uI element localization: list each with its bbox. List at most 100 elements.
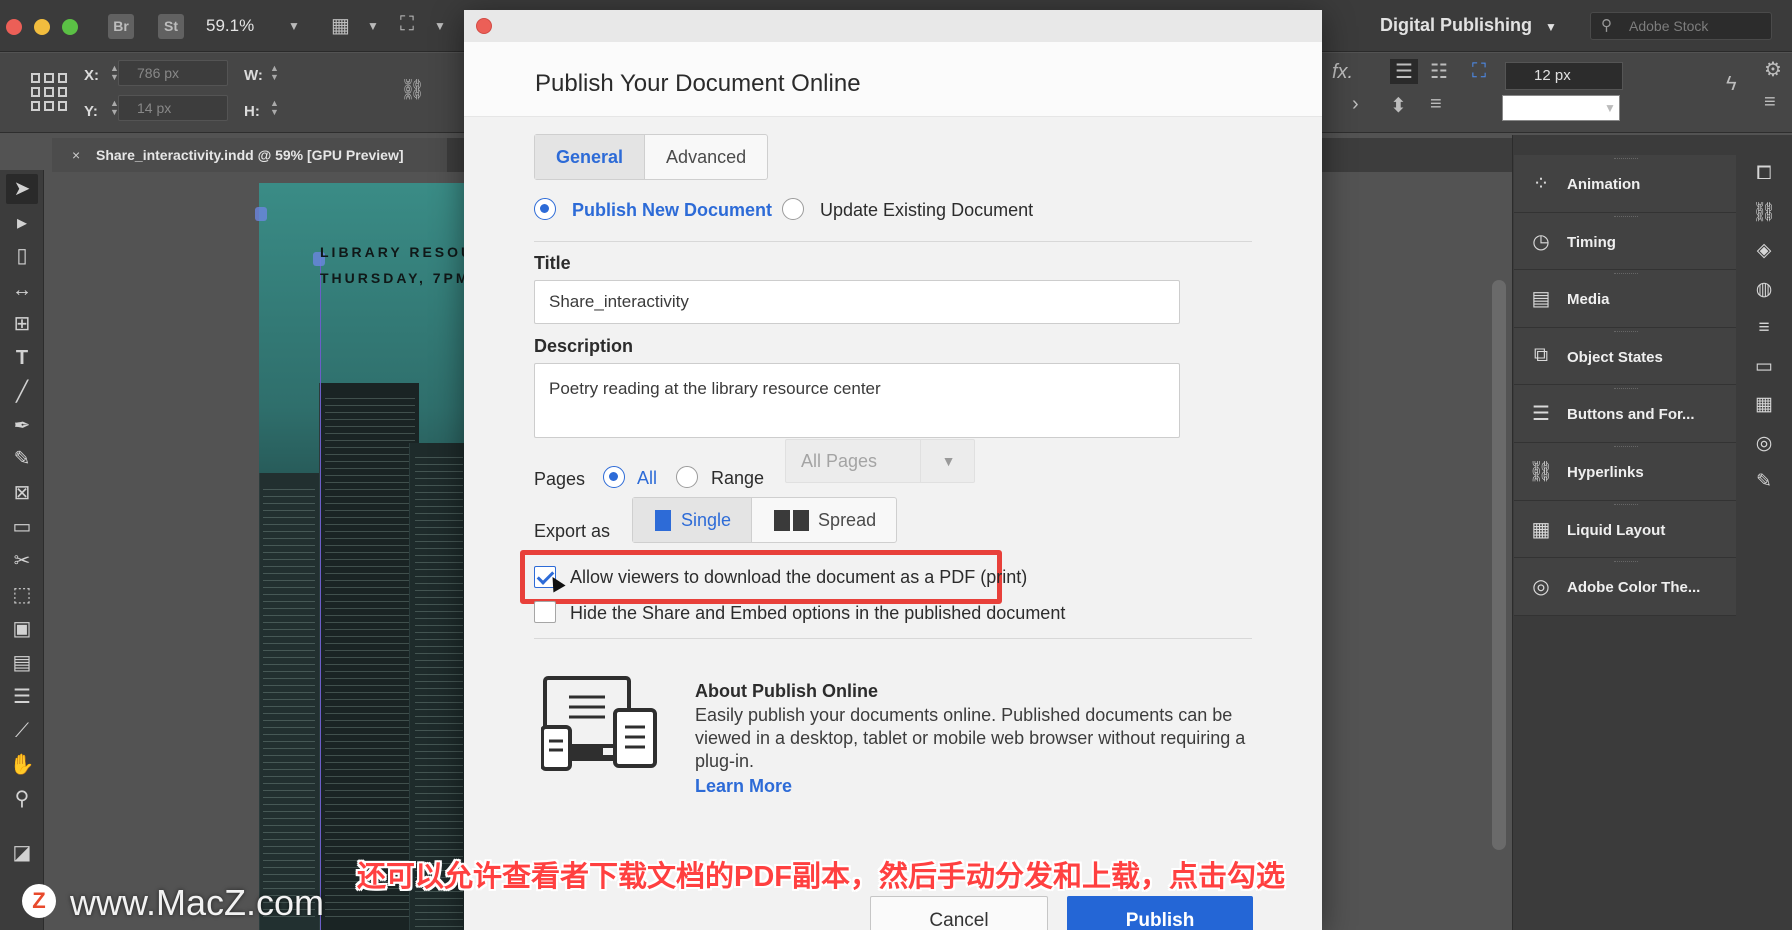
hide-share-label[interactable]: Hide the Share and Embed options in the … — [570, 603, 1065, 624]
h-stepper-icon[interactable]: ▲ ▼ — [270, 99, 279, 117]
constrain-proportions-icon[interactable]: ⛓ — [400, 77, 425, 102]
panel-item[interactable]: ⁘ Animation — [1514, 155, 1736, 213]
cancel-button[interactable]: Cancel — [870, 896, 1048, 930]
panel-item[interactable]: ⛓ Hyperlinks — [1514, 442, 1736, 501]
menu-icon[interactable]: ≡ — [1764, 91, 1776, 114]
anchor-icon[interactable] — [255, 207, 267, 221]
gear-icon[interactable]: ⚙ — [1764, 57, 1782, 82]
x-field[interactable]: 786 px — [118, 60, 228, 86]
links-icon[interactable]: ⛓ — [1740, 194, 1788, 233]
panel-item[interactable]: ▤ Media — [1514, 270, 1736, 328]
tab-general[interactable]: General — [535, 135, 646, 179]
type-tool-icon[interactable]: T — [6, 343, 38, 373]
pages-icon[interactable]: ⧠ — [1740, 155, 1788, 194]
eyedropper-tool-icon[interactable]: ⟋ — [6, 716, 38, 746]
w-stepper-icon[interactable]: ▲ ▼ — [270, 64, 279, 82]
close-icon[interactable]: × — [72, 138, 80, 172]
title-field[interactable]: Share_interactivity — [534, 280, 1180, 324]
stroke-weight-field[interactable]: 12 px — [1505, 62, 1623, 90]
fx-icon[interactable]: fx. — [1332, 61, 1353, 84]
hide-share-checkbox[interactable] — [534, 601, 556, 623]
gradient-swatch-tool-icon[interactable]: ▣ — [6, 614, 38, 644]
screen-mode-dropdown-icon[interactable]: ▼ — [434, 19, 446, 33]
reference-point-icon[interactable] — [31, 73, 67, 111]
window-minimize-button[interactable] — [34, 19, 50, 35]
page-tool-icon[interactable]: ▯ — [6, 241, 38, 271]
panel-grip[interactable] — [1614, 158, 1638, 161]
panel-item[interactable]: ☰ Buttons and For... — [1514, 385, 1736, 443]
quick-apply-icon[interactable]: ϟ — [1726, 73, 1737, 96]
bridge-button[interactable]: Br — [108, 14, 134, 39]
view-options-icon[interactable]: ▦ — [331, 13, 350, 38]
scissors-tool-icon[interactable]: ✂ — [6, 546, 38, 576]
document-page[interactable] — [259, 183, 467, 930]
panel-grip[interactable] — [1614, 503, 1638, 507]
stroke-type-chevron-icon[interactable]: ▼ — [1604, 101, 1616, 115]
distribute-icon[interactable]: ⬍ — [1390, 93, 1407, 118]
panel-item[interactable]: ⧉ Object States — [1514, 327, 1736, 386]
export-single-button[interactable]: Single — [633, 498, 753, 542]
swatches-icon[interactable]: ◍ — [1740, 271, 1788, 310]
align-left-icon[interactable]: ☰ — [1390, 59, 1418, 84]
publish-new-label[interactable]: Publish New Document — [572, 200, 772, 221]
color-icon[interactable]: ▭ — [1740, 348, 1788, 387]
update-existing-label[interactable]: Update Existing Document — [820, 200, 1033, 221]
tab-advanced[interactable]: Advanced — [645, 135, 767, 179]
article-icon[interactable]: ✎ — [1740, 463, 1788, 502]
rectangle-tool-icon[interactable]: ▭ — [6, 512, 38, 542]
update-existing-radio[interactable] — [782, 198, 804, 220]
publish-button[interactable]: Publish — [1067, 896, 1253, 930]
direct-selection-tool-icon[interactable]: ▸ — [6, 208, 38, 238]
content-collector-icon[interactable]: ⊞ — [6, 309, 38, 339]
hand-tool-icon[interactable]: ✋ — [6, 750, 38, 780]
pages-range-radio[interactable] — [676, 466, 698, 488]
align-right-icon[interactable]: ☷ — [1430, 59, 1448, 84]
gradient-feather-tool-icon[interactable]: ▤ — [6, 648, 38, 678]
center-icon[interactable]: ≡ — [1430, 93, 1442, 116]
allow-pdf-label[interactable]: Allow viewers to download the document a… — [570, 567, 1027, 588]
pencil-tool-icon[interactable]: ✎ — [6, 444, 38, 474]
description-field[interactable]: Poetry reading at the library resource c… — [534, 363, 1180, 438]
workspace-switcher[interactable]: Digital Publishing ▼ — [1380, 15, 1557, 36]
pages-range-label[interactable]: Range — [711, 468, 764, 489]
panel-grip[interactable] — [1614, 561, 1638, 564]
publish-new-radio[interactable] — [534, 198, 556, 220]
pen-tool-icon[interactable]: ✒ — [6, 411, 38, 441]
stock-button[interactable]: St — [158, 14, 184, 39]
pages-dropdown[interactable]: All Pages ▼ — [785, 439, 975, 483]
dialog-close-button[interactable] — [476, 18, 492, 34]
window-zoom-button[interactable] — [62, 19, 78, 35]
panel-item[interactable]: ◷ Timing — [1514, 212, 1736, 271]
rectangle-frame-tool-icon[interactable]: ⊠ — [6, 478, 38, 508]
panel-grip[interactable] — [1614, 273, 1638, 276]
zoom-tool-icon[interactable]: ⚲ — [6, 784, 38, 814]
pages-all-label[interactable]: All — [637, 468, 657, 489]
selection-tool-icon[interactable]: ➤ — [6, 174, 38, 204]
pages-all-radio[interactable] — [603, 466, 625, 488]
y-field[interactable]: 14 px — [118, 95, 228, 121]
stroke-type-dropdown[interactable] — [1502, 95, 1620, 121]
stroke-icon[interactable]: ≡ — [1740, 309, 1788, 348]
line-tool-icon[interactable]: ╱ — [6, 377, 38, 407]
creative-cloud-icon[interactable]: ◎ — [1740, 425, 1788, 464]
gap-tool-icon[interactable]: ↔ — [6, 275, 38, 305]
free-transform-tool-icon[interactable]: ⬚ — [6, 580, 38, 610]
stock-search-input[interactable]: ⚲ Adobe Stock — [1590, 12, 1772, 40]
panel-item[interactable]: ◎ Adobe Color The... — [1514, 558, 1736, 616]
panel-grip[interactable] — [1614, 445, 1638, 449]
zoom-level[interactable]: 59.1% — [206, 16, 254, 36]
export-spread-button[interactable]: Spread — [752, 498, 896, 542]
panel-item[interactable]: ▦ Liquid Layout — [1514, 500, 1736, 559]
panel-grip[interactable] — [1614, 215, 1638, 219]
view-options-dropdown-icon[interactable]: ▼ — [367, 19, 379, 33]
screen-mode-icon[interactable]: ⛶ — [400, 13, 414, 36]
stroke-frame-icon[interactable]: ⛶ — [1472, 60, 1486, 83]
layers-icon[interactable]: ◈ — [1740, 232, 1788, 271]
window-close-button[interactable] — [6, 19, 22, 35]
learn-more-link[interactable]: Learn More — [695, 776, 792, 797]
note-tool-icon[interactable]: ☰ — [6, 682, 38, 712]
fill-stroke-icon[interactable]: ◪ — [6, 838, 38, 868]
panel-grip[interactable] — [1614, 330, 1638, 334]
cc-libraries-icon[interactable]: ▦ — [1740, 386, 1788, 425]
chevron-right-icon[interactable]: › — [1352, 93, 1359, 116]
